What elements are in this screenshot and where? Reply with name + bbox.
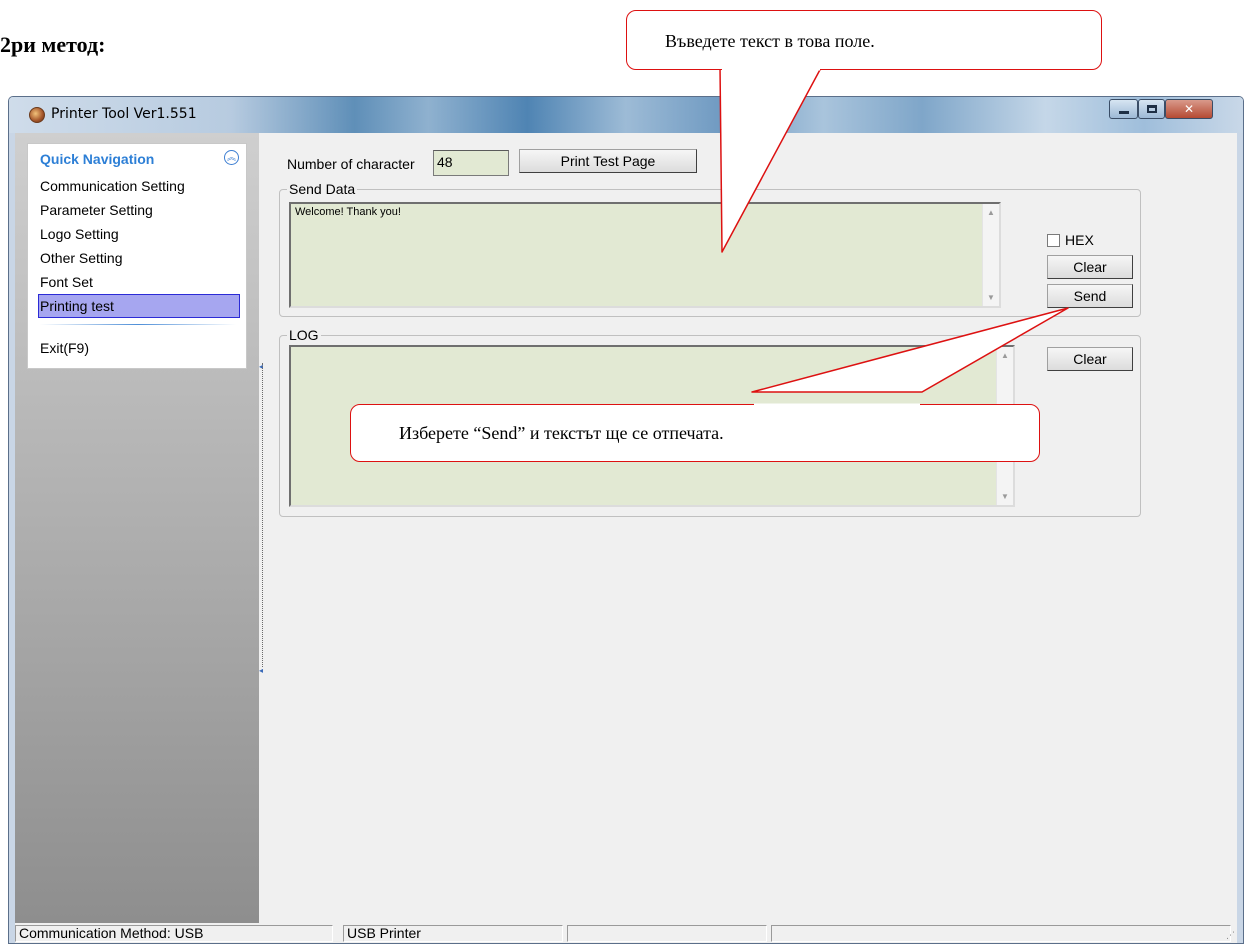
status-cell-3 [567,925,767,942]
send-data-textarea[interactable]: Welcome! Thank you! ▲ ▼ [289,202,1001,308]
quick-navigation-panel: Quick Navigation ︽ Communication Setting… [27,143,247,369]
minimize-button[interactable] [1109,99,1138,119]
close-button[interactable]: ✕ [1165,99,1213,119]
send-clear-button[interactable]: Clear [1047,255,1133,279]
scroll-up-icon[interactable]: ▲ [983,208,999,217]
maximize-icon [1146,105,1157,113]
log-title: LOG [287,327,321,343]
nav-item-font-set[interactable]: Font Set [38,270,240,294]
nav-item-exit[interactable]: Exit(F9) [40,340,89,356]
nav-item-other-setting[interactable]: Other Setting [38,246,240,270]
splitter-grip [262,363,265,667]
splitter[interactable]: ◂ ◂ [259,133,267,923]
status-cell-4 [771,925,1231,942]
nav-item-parameter-setting[interactable]: Parameter Setting [38,198,240,222]
close-icon: ✕ [1183,102,1195,116]
send-button[interactable]: Send [1047,284,1133,308]
minimize-icon [1118,110,1129,114]
splitter-left-arrow-icon-bottom[interactable]: ◂ [259,667,265,675]
sidebar: Quick Navigation ︽ Communication Setting… [15,133,260,923]
nav-divider [40,324,236,325]
log-scroll-down-icon[interactable]: ▼ [997,492,1013,501]
hex-label: HEX [1065,232,1094,248]
nav-header: Quick Navigation [40,151,155,167]
title-bar[interactable]: Printer Tool Ver1.551 ✕ [9,97,1243,133]
status-bar: Communication Method: USB USB Printer ⋰ [15,923,1237,943]
app-icon [29,107,45,123]
document-heading: 2ри метод: [0,32,106,57]
callout-send-hint-label: Изберете “Send” и текстът ще се отпечата… [399,423,724,443]
print-test-page-button[interactable]: Print Test Page [519,149,697,173]
window-title: Printer Tool Ver1.551 [51,106,197,122]
printer-tool-window: Printer Tool Ver1.551 ✕ Quick Navigation… [8,96,1244,944]
char-count-label: Number of character [287,156,415,172]
char-count-input[interactable]: 48 [433,150,509,176]
send-data-title: Send Data [287,181,358,197]
scroll-down-icon[interactable]: ▼ [983,293,999,302]
nav-item-logo-setting[interactable]: Logo Setting [38,222,240,246]
client-area: Quick Navigation ︽ Communication Setting… [15,133,1237,923]
log-scroll-up-icon[interactable]: ▲ [997,351,1013,360]
status-communication-method: Communication Method: USB [15,925,333,942]
callout-send-hint: Изберете “Send” и текстът ще се отпечата… [350,404,1040,462]
resize-grip-icon[interactable]: ⋰ [1226,930,1235,941]
nav-item-communication-setting[interactable]: Communication Setting [38,174,240,198]
status-printer-name: USB Printer [343,925,563,942]
callout-enter-text-label: Въведете текст в това поле. [665,31,875,51]
callout-enter-text: Въведете текст в това поле. [626,10,1102,70]
log-clear-button[interactable]: Clear [1047,347,1133,371]
nav-list: Communication Setting Parameter Setting … [38,174,240,318]
collapse-chevron-icon[interactable]: ︽ [224,150,239,165]
maximize-button[interactable] [1138,99,1165,119]
send-data-text: Welcome! Thank you! [295,206,401,218]
hex-checkbox[interactable] [1047,234,1060,247]
nav-item-printing-test[interactable]: Printing test [38,294,240,318]
printing-test-panel: Number of character 48 Print Test Page S… [267,133,1237,923]
send-data-scrollbar[interactable]: ▲ ▼ [982,204,999,306]
